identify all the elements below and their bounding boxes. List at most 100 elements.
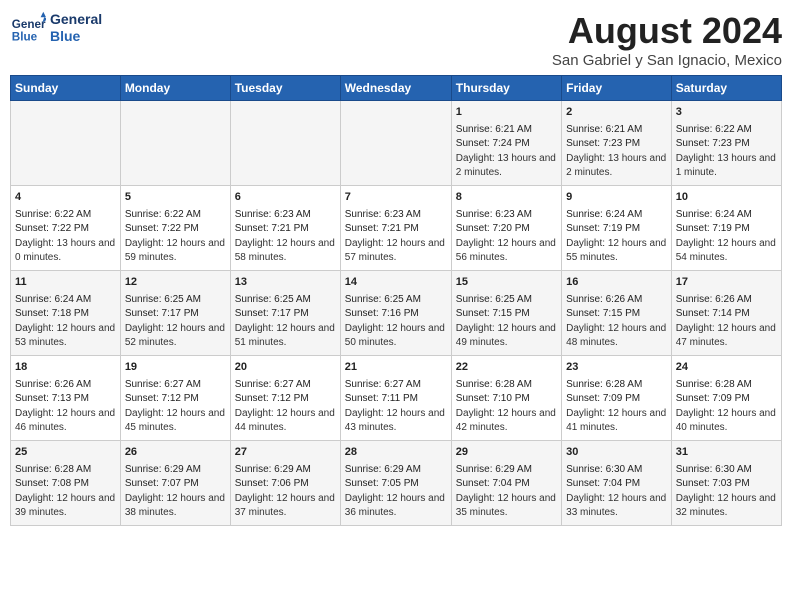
daylight-text: Daylight: 12 hours and 48 minutes. [566, 322, 667, 351]
sunrise-text: Sunrise: 6:24 AM [15, 293, 116, 308]
sunset-text: Sunset: 7:14 PM [676, 307, 777, 322]
weekday-header-cell: Monday [120, 76, 230, 101]
weekday-header-cell: Friday [562, 76, 672, 101]
sunrise-text: Sunrise: 6:27 AM [345, 378, 447, 393]
calendar-day-cell: 16Sunrise: 6:26 AMSunset: 7:15 PMDayligh… [562, 270, 672, 355]
calendar-week-row: 4Sunrise: 6:22 AMSunset: 7:22 PMDaylight… [11, 185, 782, 270]
calendar-day-cell: 10Sunrise: 6:24 AMSunset: 7:19 PMDayligh… [671, 185, 781, 270]
day-number: 28 [345, 445, 447, 461]
sunset-text: Sunset: 7:08 PM [15, 477, 116, 492]
day-number: 21 [345, 360, 447, 376]
calendar-day-cell: 31Sunrise: 6:30 AMSunset: 7:03 PMDayligh… [671, 440, 781, 525]
calendar-day-cell: 23Sunrise: 6:28 AMSunset: 7:09 PMDayligh… [562, 355, 672, 440]
sunset-text: Sunset: 7:18 PM [15, 307, 116, 322]
calendar-day-cell: 17Sunrise: 6:26 AMSunset: 7:14 PMDayligh… [671, 270, 781, 355]
day-number: 30 [566, 445, 667, 461]
sunset-text: Sunset: 7:19 PM [566, 222, 667, 237]
sunrise-text: Sunrise: 6:23 AM [456, 208, 557, 223]
sunrise-text: Sunrise: 6:22 AM [15, 208, 116, 223]
sunrise-text: Sunrise: 6:23 AM [235, 208, 336, 223]
daylight-text: Daylight: 12 hours and 49 minutes. [456, 322, 557, 351]
sunrise-text: Sunrise: 6:22 AM [676, 123, 777, 138]
logo-icon: General Blue [10, 10, 46, 46]
calendar-day-cell: 13Sunrise: 6:25 AMSunset: 7:17 PMDayligh… [230, 270, 340, 355]
day-number: 27 [235, 445, 336, 461]
sunset-text: Sunset: 7:03 PM [676, 477, 777, 492]
weekday-header-cell: Tuesday [230, 76, 340, 101]
sunset-text: Sunset: 7:13 PM [15, 392, 116, 407]
sunrise-text: Sunrise: 6:28 AM [566, 378, 667, 393]
calendar-day-cell: 4Sunrise: 6:22 AMSunset: 7:22 PMDaylight… [11, 185, 121, 270]
daylight-text: Daylight: 13 hours and 2 minutes. [566, 152, 667, 181]
sunset-text: Sunset: 7:12 PM [235, 392, 336, 407]
calendar-day-cell: 22Sunrise: 6:28 AMSunset: 7:10 PMDayligh… [451, 355, 561, 440]
sunrise-text: Sunrise: 6:30 AM [676, 463, 777, 478]
calendar-day-cell: 6Sunrise: 6:23 AMSunset: 7:21 PMDaylight… [230, 185, 340, 270]
daylight-text: Daylight: 13 hours and 0 minutes. [15, 237, 116, 266]
calendar-title: August 2024 [552, 10, 782, 52]
calendar-week-row: 25Sunrise: 6:28 AMSunset: 7:08 PMDayligh… [11, 440, 782, 525]
calendar-day-cell: 25Sunrise: 6:28 AMSunset: 7:08 PMDayligh… [11, 440, 121, 525]
sunrise-text: Sunrise: 6:25 AM [125, 293, 226, 308]
sunset-text: Sunset: 7:09 PM [566, 392, 667, 407]
sunset-text: Sunset: 7:16 PM [345, 307, 447, 322]
sunrise-text: Sunrise: 6:28 AM [456, 378, 557, 393]
day-number: 4 [15, 190, 116, 206]
daylight-text: Daylight: 12 hours and 45 minutes. [125, 407, 226, 436]
day-number: 8 [456, 190, 557, 206]
daylight-text: Daylight: 12 hours and 47 minutes. [676, 322, 777, 351]
day-number: 3 [676, 105, 777, 121]
calendar-table: SundayMondayTuesdayWednesdayThursdayFrid… [10, 75, 782, 526]
day-number: 13 [235, 275, 336, 291]
daylight-text: Daylight: 12 hours and 46 minutes. [15, 407, 116, 436]
calendar-day-cell: 11Sunrise: 6:24 AMSunset: 7:18 PMDayligh… [11, 270, 121, 355]
sunset-text: Sunset: 7:15 PM [566, 307, 667, 322]
calendar-day-cell: 20Sunrise: 6:27 AMSunset: 7:12 PMDayligh… [230, 355, 340, 440]
daylight-text: Daylight: 13 hours and 1 minute. [676, 152, 777, 181]
sunset-text: Sunset: 7:11 PM [345, 392, 447, 407]
sunrise-text: Sunrise: 6:21 AM [566, 123, 667, 138]
daylight-text: Daylight: 12 hours and 56 minutes. [456, 237, 557, 266]
day-number: 11 [15, 275, 116, 291]
weekday-header-cell: Sunday [11, 76, 121, 101]
sunset-text: Sunset: 7:22 PM [125, 222, 226, 237]
svg-text:General: General [12, 18, 46, 31]
day-number: 20 [235, 360, 336, 376]
day-number: 23 [566, 360, 667, 376]
day-number: 31 [676, 445, 777, 461]
day-number: 19 [125, 360, 226, 376]
day-number: 6 [235, 190, 336, 206]
sunrise-text: Sunrise: 6:27 AM [235, 378, 336, 393]
sunrise-text: Sunrise: 6:27 AM [125, 378, 226, 393]
sunset-text: Sunset: 7:15 PM [456, 307, 557, 322]
day-number: 24 [676, 360, 777, 376]
daylight-text: Daylight: 12 hours and 38 minutes. [125, 492, 226, 521]
sunrise-text: Sunrise: 6:26 AM [15, 378, 116, 393]
sunset-text: Sunset: 7:06 PM [235, 477, 336, 492]
header: General Blue General Blue August 2024 Sa… [10, 10, 782, 69]
day-number: 2 [566, 105, 667, 121]
sunset-text: Sunset: 7:20 PM [456, 222, 557, 237]
sunrise-text: Sunrise: 6:26 AM [676, 293, 777, 308]
sunrise-text: Sunrise: 6:29 AM [456, 463, 557, 478]
calendar-day-cell: 24Sunrise: 6:28 AMSunset: 7:09 PMDayligh… [671, 355, 781, 440]
day-number: 1 [456, 105, 557, 121]
sunrise-text: Sunrise: 6:29 AM [125, 463, 226, 478]
sunrise-text: Sunrise: 6:24 AM [566, 208, 667, 223]
sunrise-text: Sunrise: 6:26 AM [566, 293, 667, 308]
sunset-text: Sunset: 7:04 PM [566, 477, 667, 492]
daylight-text: Daylight: 12 hours and 33 minutes. [566, 492, 667, 521]
calendar-day-cell: 3Sunrise: 6:22 AMSunset: 7:23 PMDaylight… [671, 101, 781, 186]
daylight-text: Daylight: 12 hours and 54 minutes. [676, 237, 777, 266]
daylight-text: Daylight: 12 hours and 58 minutes. [235, 237, 336, 266]
daylight-text: Daylight: 12 hours and 59 minutes. [125, 237, 226, 266]
logo-text-line1: General [50, 11, 102, 28]
day-number: 29 [456, 445, 557, 461]
day-number: 26 [125, 445, 226, 461]
sunset-text: Sunset: 7:19 PM [676, 222, 777, 237]
calendar-day-cell [230, 101, 340, 186]
daylight-text: Daylight: 12 hours and 36 minutes. [345, 492, 447, 521]
calendar-day-cell: 21Sunrise: 6:27 AMSunset: 7:11 PMDayligh… [340, 355, 451, 440]
sunrise-text: Sunrise: 6:30 AM [566, 463, 667, 478]
sunrise-text: Sunrise: 6:23 AM [345, 208, 447, 223]
